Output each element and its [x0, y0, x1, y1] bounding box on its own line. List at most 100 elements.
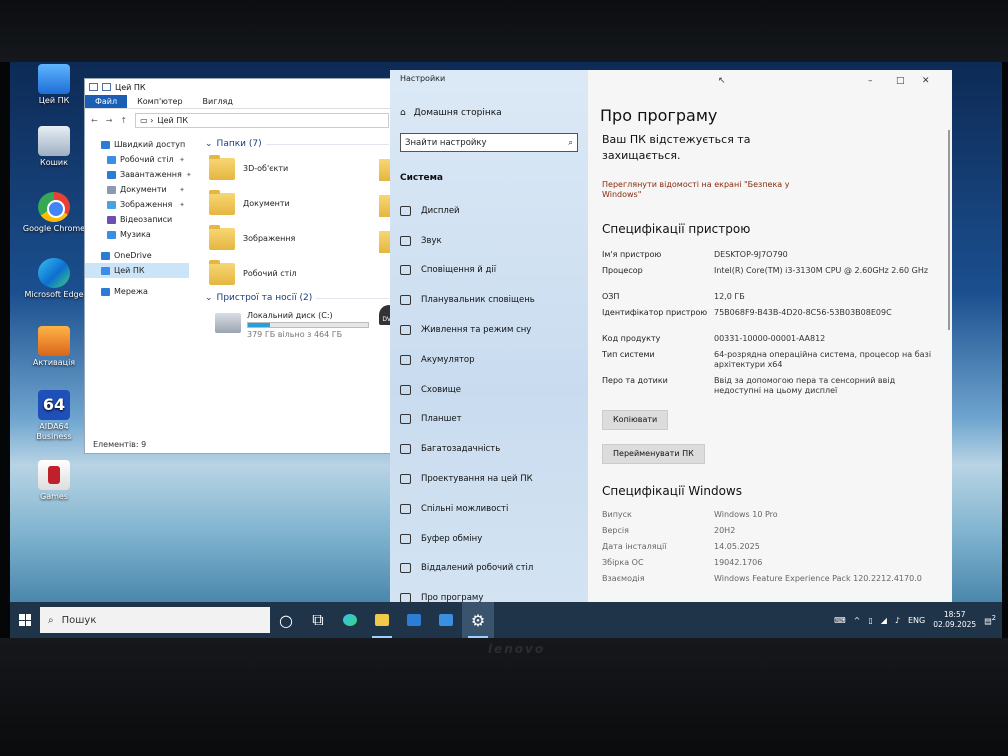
forward-arrow-icon[interactable]: →	[106, 116, 113, 125]
tab-file[interactable]: Файл	[85, 95, 128, 108]
nav-item-icon	[101, 287, 110, 296]
nav-item[interactable]: Робочий стіл ✦	[85, 152, 189, 167]
explorer-titlebar[interactable]: Цей ПК	[85, 79, 393, 95]
settings-nav-item[interactable]: Акумулятор	[400, 345, 584, 375]
settings-nav-item[interactable]: Планшет	[400, 405, 584, 435]
settings-home-link[interactable]: ⌂ Домашня сторінка	[400, 108, 502, 118]
settings-nav-item[interactable]: Планувальник сповіщень	[400, 285, 584, 315]
network-icon[interactable]: ◢	[881, 616, 887, 625]
quick-access-toolbar-icon[interactable]	[89, 83, 98, 91]
taskbar-file-explorer[interactable]	[366, 602, 398, 638]
language-indicator[interactable]: ENG	[908, 616, 925, 625]
notification-center-icon[interactable]: ▤2	[984, 614, 996, 626]
drive-c-item[interactable]: Локальний диск (C:) 379 ГБ вільно з 464 …	[195, 305, 393, 339]
keyboard-icon[interactable]: ⌨	[834, 616, 846, 625]
file-explorer-window[interactable]: Цей ПК Файл Комп'ютер Вигляд ← → ↑ ▭ › Ц…	[84, 78, 394, 454]
nav-item-icon	[107, 200, 116, 209]
copy-button[interactable]: Копіювати	[602, 410, 669, 430]
projecting-icon	[400, 474, 411, 485]
nav-item[interactable]: Документи ✦	[85, 182, 189, 197]
spec-row: Випуск Windows 10 Pro	[602, 510, 932, 520]
settings-nav-item[interactable]: Звук	[400, 226, 584, 256]
folder-icon	[375, 614, 389, 626]
tab-view[interactable]: Вигляд	[193, 95, 243, 108]
taskbar-search-box[interactable]: ⌕ Пошук	[40, 607, 270, 633]
folders-group-header[interactable]: ⌄ Папки (7)	[195, 137, 393, 151]
clipboard-icon	[400, 533, 411, 544]
tab-computer[interactable]: Комп'ютер	[127, 95, 192, 108]
settings-sidebar: Настройки ⌂ Домашня сторінка Знайти наст…	[390, 70, 588, 604]
settings-nav-item[interactable]: Багатозадачність	[400, 434, 584, 464]
nav-item-icon	[107, 155, 116, 164]
folder-item[interactable]: 3D-об'єкти	[195, 151, 393, 186]
settings-window[interactable]: Настройки ⌂ Домашня сторінка Знайти наст…	[390, 70, 952, 604]
desktop-icon-aida64[interactable]: 64 AIDA64 Business	[22, 390, 86, 442]
settings-nav-item[interactable]: Дисплей	[400, 196, 584, 226]
folder-item[interactable]: Робочий стіл	[195, 256, 393, 291]
settings-nav-item[interactable]: Сховище	[400, 375, 584, 405]
settings-nav-item[interactable]: Буфер обміну	[400, 524, 584, 554]
close-button[interactable]: ✕	[922, 76, 930, 86]
spec-row: Дата інсталяції 14.05.2025	[602, 542, 932, 552]
address-bar[interactable]: ▭ › Цей ПК	[135, 112, 389, 128]
nav-item[interactable]: Відеозаписи	[85, 212, 189, 227]
settings-nav-list: Дисплей Звук Сповіщення й дії Планувальник …	[400, 196, 584, 613]
start-button[interactable]	[10, 602, 40, 638]
taskbar-edge[interactable]	[334, 602, 366, 638]
desktop-icon-recycle-bin[interactable]: Кошик	[22, 126, 86, 168]
devices-group-header[interactable]: ⌄ Пристрої та носії (2)	[195, 291, 393, 305]
spec-row: Взаємодія Windows Feature Experience Pack…	[602, 574, 932, 584]
nav-item[interactable]: Мережа	[85, 284, 189, 299]
taskbar: ⌕ Пошук ○ ⧉ ⚙ ⌨ ^ ▯ ◢ ♪ ENG 18:57 02.09.…	[10, 602, 1002, 638]
clock[interactable]: 18:57 02.09.2025	[933, 610, 976, 630]
navigation-pane: Швидкий доступ Робочий стіл ✦ Завантаження ✦…	[85, 137, 192, 299]
folder-documents-icon	[209, 189, 235, 215]
folder-item[interactable]: Документи	[195, 186, 393, 221]
cortana-button[interactable]: ○	[270, 602, 302, 638]
properties-icon[interactable]	[102, 83, 111, 91]
spec-value: Windows Feature Experience Pack 120.2212…	[714, 574, 922, 583]
settings-nav-item[interactable]: Проектування на цей ПК	[400, 464, 584, 494]
settings-nav-item[interactable]: Спільні можливості	[400, 494, 584, 524]
desktop-icon-activation[interactable]: Активація	[22, 326, 86, 368]
chrome-icon	[38, 192, 70, 222]
spec-key: ОЗП	[602, 292, 620, 301]
up-arrow-icon[interactable]: ↑	[120, 116, 127, 125]
desktop-icon-games[interactable]: Games	[22, 460, 86, 502]
desktop-icon-chrome[interactable]: Google Chrome	[22, 192, 86, 234]
nav-item[interactable]: Цей ПК	[85, 263, 189, 278]
back-arrow-icon[interactable]: ←	[91, 116, 98, 125]
rename-pc-button[interactable]: Перейменувати ПК	[602, 444, 705, 464]
nav-item[interactable]: Музика	[85, 227, 189, 242]
notification-count: 2	[991, 614, 996, 623]
settings-nav-item[interactable]: Віддалений робочий стіл	[400, 554, 584, 584]
settings-nav-item[interactable]: Живлення та режим сну	[400, 315, 584, 345]
task-view-button[interactable]: ⧉	[302, 602, 334, 638]
volume-icon[interactable]: ♪	[895, 616, 900, 625]
taskbar-settings[interactable]: ⚙	[462, 602, 494, 638]
folder-item[interactable]: Зображення	[195, 221, 393, 256]
cortana-circle-icon: ○	[279, 610, 293, 630]
nav-item[interactable]: Завантаження ✦	[85, 167, 192, 182]
taskbar-mail[interactable]	[430, 602, 462, 638]
nav-item-icon	[107, 230, 116, 239]
show-hidden-icons-chevron-icon[interactable]: ^	[854, 616, 861, 625]
security-link[interactable]: Переглянути відомості на екрані "Безпека…	[602, 180, 802, 200]
nav-item[interactable]: OneDrive	[85, 248, 189, 263]
settings-nav-item[interactable]: Сповіщення й дії	[400, 256, 584, 286]
desktop-icon-this-pc[interactable]: Цей ПК	[22, 64, 86, 106]
nav-item-icon	[107, 170, 116, 179]
pin-icon: ✦	[179, 200, 185, 209]
nav-item[interactable]: Зображення ✦	[85, 197, 189, 212]
spec-key: Збірка ОС	[602, 558, 644, 567]
scrollbar[interactable]	[948, 130, 950, 330]
settings-search-input[interactable]: Знайти настройку ⌕	[400, 133, 578, 152]
store-icon	[407, 614, 421, 626]
maximize-button[interactable]: □	[896, 76, 905, 86]
desktop-icon-edge[interactable]: Microsoft Edge	[22, 258, 86, 300]
battery-icon[interactable]: ▯	[868, 616, 872, 625]
minimize-button[interactable]: –	[868, 76, 873, 86]
taskbar-store[interactable]	[398, 602, 430, 638]
pin-icon: ✦	[185, 170, 192, 179]
nav-item[interactable]: Швидкий доступ	[85, 137, 189, 152]
